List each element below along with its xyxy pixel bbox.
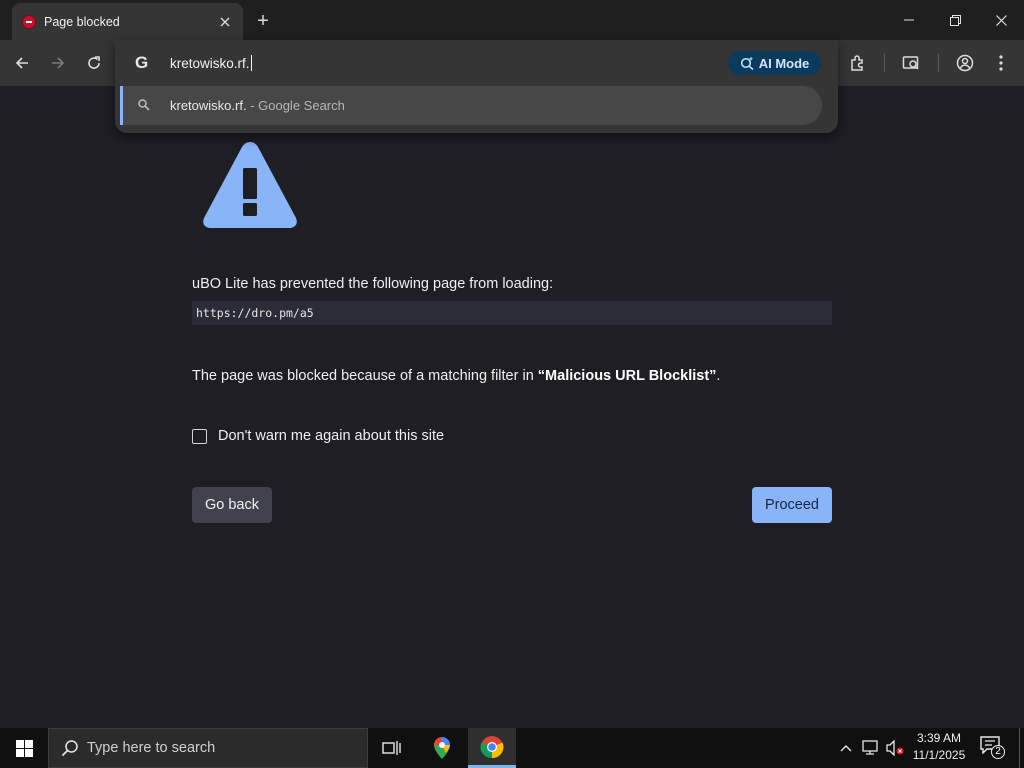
- windows-taskbar: Type here to search 3:39 AM 11/1/2025 2: [0, 728, 1024, 768]
- network-icon[interactable]: [861, 738, 881, 758]
- search-suggestion-item[interactable]: kretowisko.rf. - Google Search: [120, 86, 822, 125]
- ublock-favicon-icon: [22, 14, 36, 29]
- minimize-button[interactable]: [886, 0, 932, 40]
- address-bar-input[interactable]: kretowisko.rf.: [170, 53, 710, 73]
- profile-avatar-icon[interactable]: [952, 50, 978, 76]
- taskbar-search-icon: [61, 740, 78, 757]
- suggestion-suffix: - Google Search: [246, 98, 345, 113]
- clock-time: 3:39 AM: [916, 731, 962, 745]
- task-view-icon[interactable]: [368, 728, 416, 768]
- tab-title: Page blocked: [44, 14, 120, 29]
- dont-warn-checkbox[interactable]: [192, 428, 207, 444]
- google-lens-search-icon[interactable]: [898, 50, 924, 76]
- google-maps-icon[interactable]: [418, 728, 466, 768]
- chrome-taskbar-icon[interactable]: [468, 728, 516, 768]
- dont-warn-checkbox-row[interactable]: Don't warn me again about this site: [192, 428, 444, 444]
- ai-mode-label: AI Mode: [758, 55, 810, 71]
- suggestion-query: kretowisko.rf.: [170, 98, 247, 113]
- toolbar-divider: [938, 54, 939, 72]
- blocked-message: uBO Lite has prevented the following pag…: [192, 276, 554, 292]
- tab-close-icon[interactable]: [217, 14, 233, 30]
- volume-muted-icon[interactable]: [885, 738, 905, 758]
- block-reason: The page was blocked because of a matchi…: [192, 368, 720, 384]
- forward-arrow-icon[interactable]: [45, 50, 71, 76]
- search-magnifier-icon: [138, 99, 150, 111]
- proceed-button[interactable]: Proceed: [752, 487, 832, 523]
- taskbar-search-input[interactable]: Type here to search: [48, 728, 368, 768]
- suggestion-highlight-bar: [120, 86, 123, 125]
- new-tab-button[interactable]: +: [252, 10, 274, 32]
- extensions-puzzle-icon[interactable]: [845, 50, 871, 76]
- windows-start-icon[interactable]: [0, 728, 48, 768]
- filter-list-name: “Malicious URL Blocklist”: [537, 368, 717, 384]
- action-center-notification-icon[interactable]: 2: [980, 736, 1005, 760]
- address-bar-text: kretowisko.rf.: [170, 55, 250, 71]
- dont-warn-label: Don't warn me again about this site: [218, 428, 445, 444]
- reason-suffix: .: [716, 368, 721, 384]
- ai-search-sparkle-icon: [740, 56, 754, 70]
- blocked-url: https://dro.pm/a5: [192, 301, 832, 325]
- back-arrow-icon[interactable]: [9, 50, 35, 76]
- show-desktop-button[interactable]: [1019, 728, 1024, 768]
- taskbar-clock[interactable]: 3:39 AM 11/1/2025: [904, 730, 974, 766]
- taskbar-search-placeholder: Type here to search: [87, 740, 216, 756]
- reload-icon[interactable]: [81, 50, 107, 76]
- notification-count-badge: 2: [991, 745, 1005, 759]
- show-hidden-icons-chevron-icon[interactable]: [836, 738, 856, 758]
- warning-triangle-icon: [203, 142, 297, 228]
- tab-page-blocked[interactable]: Page blocked: [12, 3, 243, 40]
- tab-strip: Page blocked +: [0, 0, 1024, 40]
- google-g-icon: G: [135, 53, 149, 72]
- suggestion-text: kretowisko.rf. - Google Search: [170, 98, 345, 113]
- go-back-button[interactable]: Go back: [192, 487, 272, 523]
- ai-mode-button[interactable]: AI Mode: [728, 51, 821, 75]
- close-window-button[interactable]: [978, 0, 1024, 40]
- restore-button[interactable]: [932, 0, 978, 40]
- kebab-menu-icon[interactable]: [988, 50, 1014, 76]
- text-caret: [250, 55, 252, 71]
- reason-prefix: The page was blocked because of a matchi…: [192, 368, 538, 384]
- toolbar-divider: [884, 54, 885, 72]
- omnibox-dropdown: G kretowisko.rf. AI Mode kretowisko.rf. …: [115, 40, 838, 133]
- clock-date: 11/1/2025: [912, 748, 966, 762]
